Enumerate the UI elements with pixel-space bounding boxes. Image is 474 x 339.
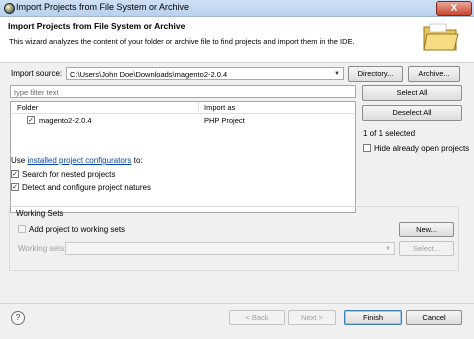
- detect-natures-checkbox[interactable]: ✓: [11, 183, 19, 191]
- table-header: Folder Import as: [11, 102, 355, 114]
- hide-open-checkbox[interactable]: [363, 144, 371, 152]
- wizard-body: Import source: C:\Users\John Doe\Downloa…: [0, 63, 474, 339]
- window-title: Import Projects from File System or Arch…: [16, 2, 190, 12]
- configurators-link[interactable]: installed project configurators: [27, 156, 131, 165]
- wizard-header: Import Projects from File System or Arch…: [0, 17, 474, 63]
- open-folder-icon: [423, 23, 459, 51]
- title-bar: Import Projects from File System or Arch…: [0, 0, 474, 17]
- close-button[interactable]: X: [436, 1, 472, 16]
- column-import-as[interactable]: Import as: [204, 103, 235, 112]
- deselect-all-button[interactable]: Deselect All: [362, 105, 462, 121]
- import-source-label: Import source:: [11, 69, 63, 78]
- row-folder: magento2-2.0.4: [39, 116, 92, 125]
- row-checkbox[interactable]: ✓: [27, 116, 35, 124]
- back-button[interactable]: < Back: [229, 310, 285, 325]
- filter-input[interactable]: type filter text: [10, 85, 356, 98]
- use-prefix: Use: [11, 156, 26, 165]
- help-icon[interactable]: ?: [11, 311, 25, 325]
- use-suffix: to:: [133, 156, 143, 165]
- add-working-set-checkbox[interactable]: [18, 225, 26, 233]
- column-folder[interactable]: Folder: [17, 103, 38, 112]
- next-button[interactable]: Next >: [288, 310, 336, 325]
- configurators-text: Use installed project configurators to:: [11, 156, 143, 165]
- filter-placeholder: type filter text: [14, 88, 59, 97]
- import-source-combo[interactable]: C:\Users\John Doe\Downloads\magento2-2.0…: [66, 67, 344, 80]
- finish-button[interactable]: Finish: [344, 310, 402, 325]
- page-title: Import Projects from File System or Arch…: [8, 21, 186, 31]
- eclipse-app-icon: [4, 3, 15, 14]
- import-source-value: C:\Users\John Doe\Downloads\magento2-2.0…: [70, 70, 228, 79]
- working-sets-group: [9, 206, 459, 271]
- detect-natures-label: Detect and configure project natures: [22, 183, 151, 192]
- add-working-set-label: Add project to working sets: [29, 225, 126, 234]
- selected-count: 1 of 1 selected: [363, 129, 416, 138]
- footer-divider: [0, 303, 474, 304]
- chevron-down-icon: ▼: [385, 246, 391, 252]
- cancel-button[interactable]: Cancel: [406, 310, 462, 325]
- search-nested-label: Search for nested projects: [22, 170, 116, 179]
- working-sets-label: Working sets:: [18, 244, 67, 253]
- column-divider: [198, 102, 199, 113]
- new-working-set-button[interactable]: New...: [399, 222, 454, 237]
- page-description: This wizard analyzes the content of your…: [9, 37, 355, 46]
- hide-open-label: Hide already open projects: [374, 144, 470, 153]
- chevron-down-icon: ▼: [334, 71, 340, 77]
- select-working-sets-button[interactable]: Select...: [399, 241, 454, 256]
- archive-button[interactable]: Archive...: [408, 66, 460, 82]
- directory-button[interactable]: Directory...: [348, 66, 403, 82]
- row-import-as: PHP Project: [204, 116, 245, 125]
- working-sets-combo[interactable]: ▼: [65, 242, 395, 255]
- select-all-button[interactable]: Select All: [362, 85, 462, 101]
- working-sets-title: Working Sets: [16, 209, 64, 218]
- search-nested-checkbox[interactable]: ✓: [11, 170, 19, 178]
- table-row[interactable]: ✓ magento2-2.0.4 PHP Project: [11, 115, 355, 126]
